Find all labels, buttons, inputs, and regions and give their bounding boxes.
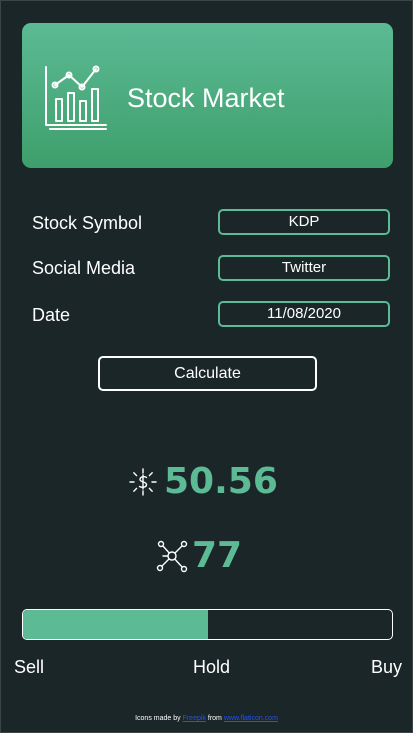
dollar-burst-icon: [129, 468, 157, 496]
price-value: 50.56: [164, 461, 278, 502]
date-input[interactable]: [218, 301, 390, 327]
sentiment-bar-fill: [23, 610, 208, 639]
chart-presentation-icon: [45, 65, 107, 130]
social-media-input[interactable]: [218, 255, 390, 281]
hold-label: Hold: [193, 657, 231, 677]
social-media-label: Social Media: [32, 258, 136, 278]
network-nodes-icon: [156, 540, 188, 573]
attribution-footer: Icons made by Freepik from www.flaticon.…: [1, 713, 412, 725]
stock-symbol-label: Stock Symbol: [32, 213, 143, 233]
attribution-author-link[interactable]: Freepik: [183, 715, 206, 722]
date-label: Date: [32, 305, 71, 325]
attribution-site-link[interactable]: www.flaticon.com: [224, 715, 278, 722]
header-banner: Stock Market: [22, 23, 393, 168]
attribution-middle: from: [207, 715, 222, 722]
attribution-prefix: Icons made by: [135, 715, 181, 722]
app-frame: Stock Market Stock Symbol Social Media D…: [0, 0, 413, 733]
score-metric: 77: [156, 536, 242, 576]
calculate-button[interactable]: Calculate: [98, 356, 317, 391]
sell-label: Sell: [14, 657, 45, 677]
price-metric: 50.56: [128, 462, 278, 502]
stock-symbol-input[interactable]: [218, 209, 390, 235]
sentiment-bar: [22, 609, 393, 640]
page-title: Stock Market: [127, 83, 285, 113]
score-value: 77: [192, 535, 243, 576]
buy-label: Buy: [371, 657, 403, 677]
